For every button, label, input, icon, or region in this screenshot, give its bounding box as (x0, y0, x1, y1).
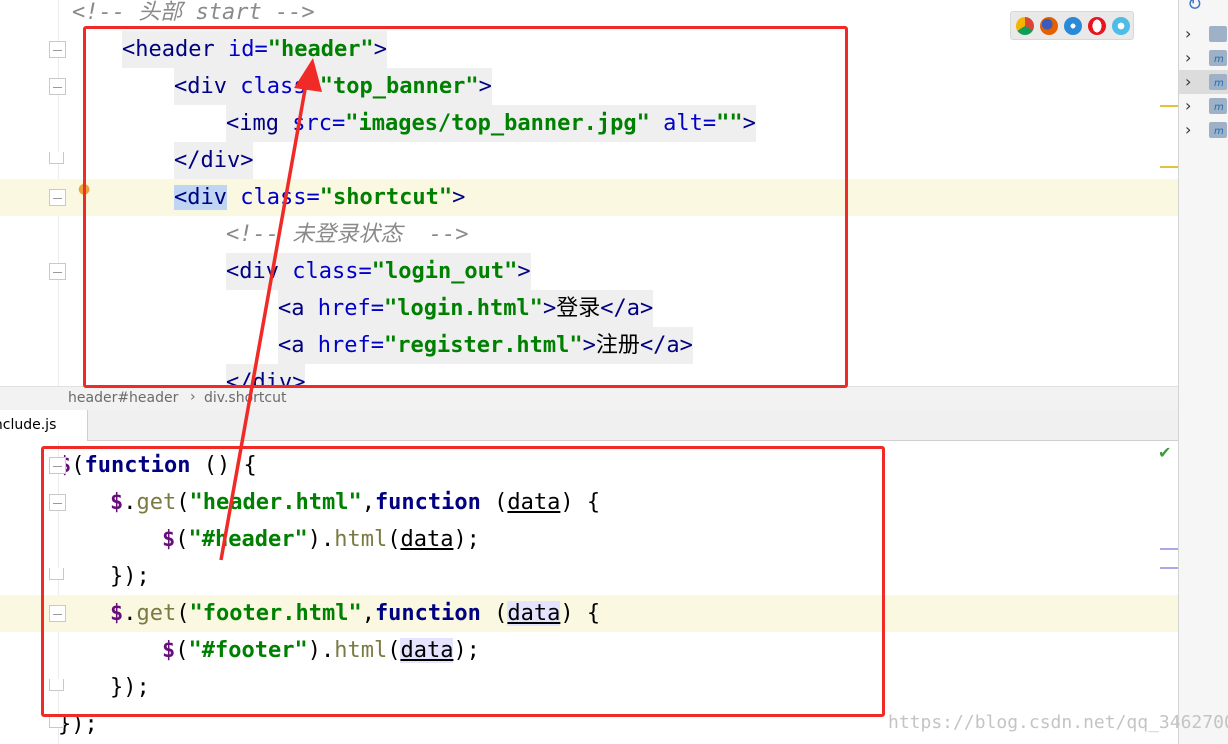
safari-icon[interactable] (1064, 17, 1082, 35)
inspection-ok-icon: ✔ (1158, 443, 1172, 462)
module-icon: m (1209, 74, 1227, 90)
usage-marker[interactable] (1160, 567, 1178, 569)
annotation-box-js (41, 446, 885, 717)
chrome-icon[interactable] (1016, 17, 1034, 35)
fold-toggle-icon[interactable] (49, 263, 66, 280)
project-panel: ↻ › › m › m › m › m (1178, 0, 1228, 744)
tree-item[interactable]: › m (1179, 70, 1228, 94)
annotation-box-html (83, 26, 848, 388)
breadcrumb-separator: › (190, 389, 196, 405)
fold-toggle-icon[interactable] (49, 41, 66, 58)
breadcrumb-item-header[interactable]: header#header (68, 390, 178, 406)
fold-toggle-icon[interactable] (49, 189, 66, 206)
chevron-right-icon[interactable]: › (1185, 24, 1191, 43)
tree-item[interactable]: › m (1179, 94, 1228, 118)
browser-preview-bar (1010, 11, 1134, 40)
usage-marker[interactable] (1160, 548, 1178, 550)
tab-include-js[interactable]: include.js (0, 410, 88, 441)
warning-marker[interactable] (1160, 105, 1178, 107)
warning-marker[interactable] (1160, 166, 1178, 168)
code-token: <!-- 头部 start --> (72, 0, 315, 25)
firefox-icon[interactable] (1040, 17, 1058, 35)
breadcrumb: header#header › div.shortcut (0, 386, 1178, 410)
module-icon: m (1209, 50, 1227, 66)
folder-icon (1209, 26, 1227, 42)
opera-icon[interactable] (1088, 17, 1106, 35)
sync-icon[interactable]: ↻ (1187, 0, 1202, 15)
module-icon: m (1209, 98, 1227, 114)
ie-icon[interactable] (1112, 17, 1130, 35)
watermark: https://blog.csdn.net/qq_34627002 (888, 712, 1228, 733)
chevron-right-icon[interactable]: › (1185, 48, 1191, 67)
scrollbar-strip[interactable] (1160, 0, 1178, 441)
tree-item[interactable]: › m (1179, 46, 1228, 70)
fold-toggle-icon[interactable] (49, 152, 64, 164)
chevron-right-icon[interactable]: › (1185, 96, 1191, 115)
tree-item[interactable]: › m (1179, 118, 1228, 142)
tab-label: include.js (0, 417, 57, 433)
fold-toggle-icon[interactable] (49, 716, 64, 728)
chevron-right-icon[interactable]: › (1185, 120, 1191, 139)
module-icon: m (1209, 122, 1227, 138)
chevron-right-icon[interactable]: › (1185, 72, 1191, 91)
breadcrumb-item-shortcut[interactable]: div.shortcut (204, 390, 286, 406)
editor-tab-bar: include.js (0, 410, 1178, 441)
tree-item[interactable]: › (1179, 22, 1228, 46)
fold-toggle-icon[interactable] (49, 78, 66, 95)
